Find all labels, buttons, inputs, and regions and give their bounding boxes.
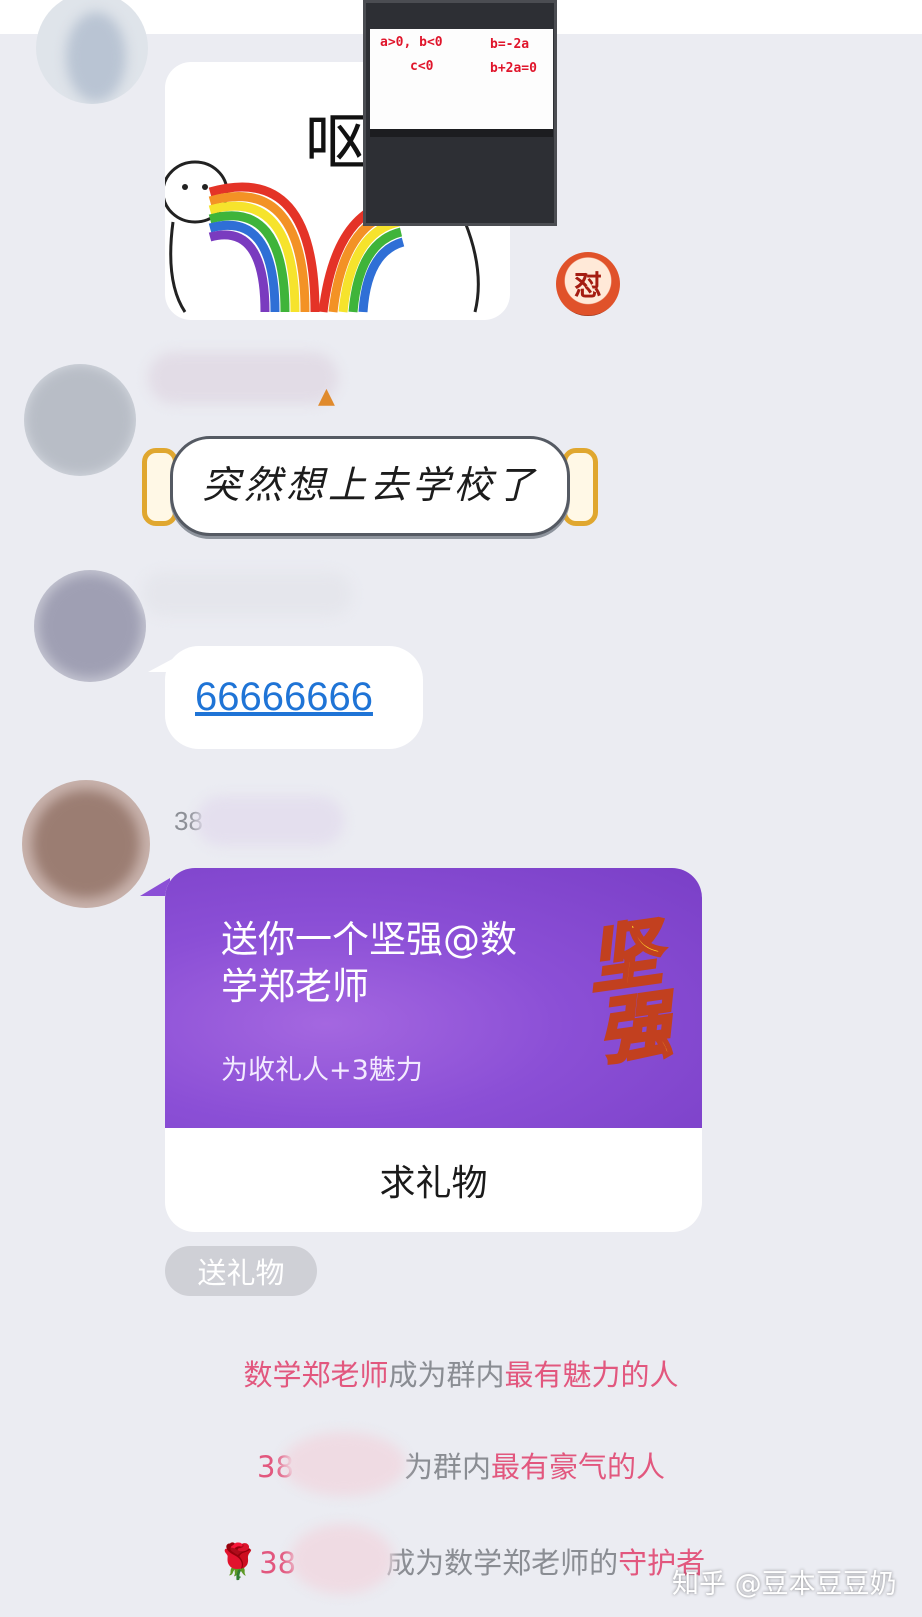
overlay-line: b+2a=0	[490, 61, 537, 76]
gift-subtitle: 为收礼人+3魅力	[221, 1055, 423, 1086]
overlay-line: a>0, b<0	[380, 35, 443, 50]
gift-sticker: 坚强	[581, 909, 677, 1077]
avatar[interactable]	[22, 780, 150, 908]
gift-card[interactable]: 送你一个坚强@数学郑老师 为收礼人+3魅力 坚强 求礼物	[165, 868, 702, 1232]
gift-card-header: 送你一个坚强@数学郑老师 为收礼人+3魅力 坚强	[165, 868, 702, 1128]
sticker-scroll[interactable]: 突然想上去学校了	[142, 434, 598, 540]
avatar[interactable]	[36, 0, 148, 104]
notice-title: 最有魅力的人	[504, 1358, 679, 1392]
video-toolbar[interactable]	[370, 129, 553, 137]
send-gift-button[interactable]: 送礼物	[165, 1246, 317, 1296]
system-notice: 38 为群内最有豪气的人	[0, 1444, 922, 1486]
rose-icon: 🌹	[216, 1542, 260, 1582]
notice-name[interactable]: 数学郑老师	[243, 1358, 388, 1392]
reaction-badge[interactable]: 怼	[556, 252, 620, 316]
avatar[interactable]	[34, 570, 146, 682]
sender-name-blurred	[196, 796, 344, 846]
message-link[interactable]: 66666666	[195, 675, 373, 720]
request-gift-button[interactable]: 求礼物	[165, 1128, 702, 1232]
notice-text: 成为数学郑老师的	[386, 1546, 619, 1580]
overlay-line: c<0	[410, 59, 434, 74]
gift-title: 送你一个坚强@数学郑老师	[221, 918, 517, 1008]
name-blurred	[282, 1432, 406, 1496]
sender-name-blurred	[148, 352, 338, 404]
sender-name-blurred	[142, 572, 352, 616]
fire-icon: ▲	[318, 384, 335, 409]
name-blurred	[290, 1524, 394, 1594]
avatar[interactable]	[24, 364, 136, 476]
watermark: 知乎 @豆本豆豆奶	[672, 1569, 897, 1600]
floating-video-window[interactable]: a>0, b<0 b=-2a c<0 b+2a=0	[363, 0, 557, 226]
overlay-line: b=-2a	[490, 37, 530, 52]
video-frame: a>0, b<0 b=-2a c<0 b+2a=0	[370, 29, 553, 129]
sticker-text: 突然想上去学校了	[201, 463, 538, 507]
notice-text: 成为群内	[388, 1358, 505, 1392]
system-notice: 数学郑老师成为群内最有魅力的人	[0, 1352, 922, 1394]
notice-text: 为群内	[403, 1450, 491, 1484]
notice-title: 最有豪气的人	[490, 1450, 665, 1484]
